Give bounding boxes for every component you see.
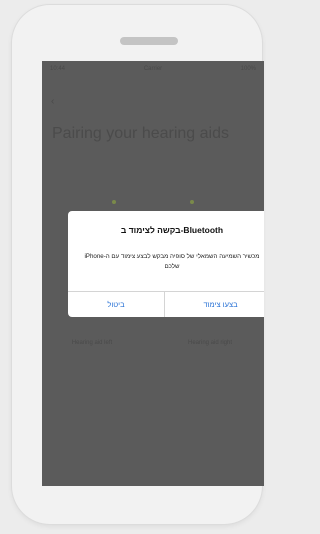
pair-button[interactable]: בצעו צימוד	[165, 292, 264, 317]
app-screen: 10:44 Carrier 100% ‹ Pairing your hearin…	[42, 61, 264, 486]
left-hearing-aid-label: Hearing aid left	[71, 340, 113, 346]
phone-frame: 10:44 Carrier 100% ‹ Pairing your hearin…	[12, 5, 264, 524]
phone-speaker	[120, 37, 178, 45]
back-icon[interactable]: ‹	[51, 96, 54, 107]
bluetooth-pairing-dialog: בקשה לצימוד ב-Bluetooth מכשיר השמיעה השמ…	[68, 211, 264, 317]
status-carrier: Carrier	[143, 66, 163, 72]
status-battery: 100%	[240, 66, 256, 72]
page-title: Pairing your hearing aids	[52, 125, 229, 142]
status-bar: 10:44 Carrier 100%	[42, 61, 264, 77]
right-hearing-aid-icon	[190, 200, 194, 204]
right-hearing-aid-label: Hearing aid right	[187, 340, 233, 346]
left-hearing-aid-icon	[112, 200, 116, 204]
cancel-button[interactable]: ביטול	[68, 292, 164, 317]
dialog-message: מכשיר השמיעה השמאלי של סופיה מבקש לבצע צ…	[84, 253, 260, 270]
dialog-title: בקשה לצימוד ב-Bluetooth	[120, 225, 224, 235]
